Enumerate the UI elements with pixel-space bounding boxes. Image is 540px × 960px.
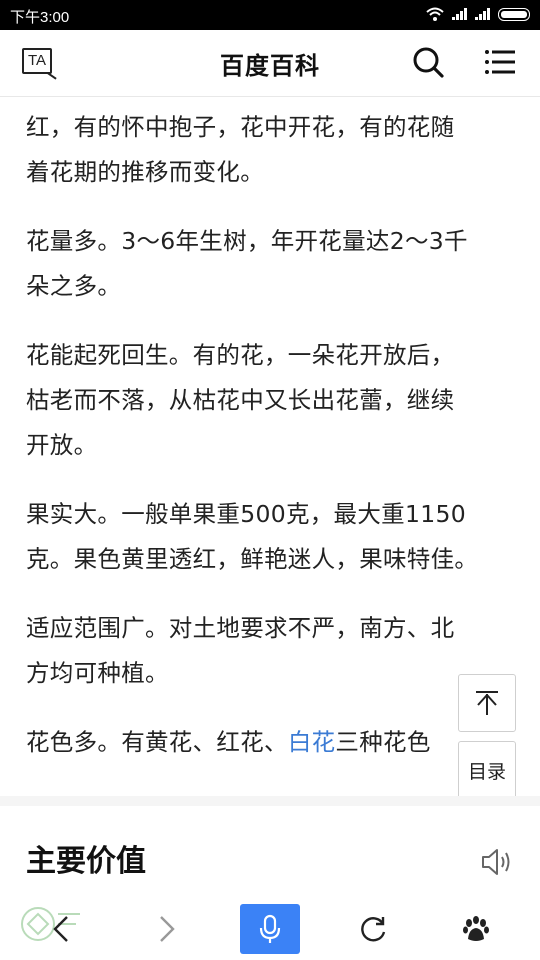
paragraph: 花量多。3～6年生树，年开花量达2～3千 朵之多。: [26, 219, 506, 309]
text-line: 花能起死回生。有的花，一朵花开放后，: [26, 341, 455, 369]
status-time: 下午3:00: [10, 9, 70, 26]
arrow-up-icon: [476, 691, 498, 715]
text-line: 朵之多。: [26, 272, 122, 300]
status-bar: 下午3:00: [0, 0, 540, 30]
baidu-home-button[interactable]: [451, 904, 501, 954]
section-divider: [0, 796, 540, 806]
text-line: 适应范围广。对土地要求不严，南方、北: [26, 614, 455, 642]
refresh-icon: [361, 917, 386, 942]
text-segment: 三种花色: [335, 728, 431, 756]
back-to-top-button[interactable]: [458, 674, 516, 732]
text-line: 克。果色黄里透红，鲜艳迷人，果味特佳。: [26, 545, 479, 573]
text-line: 花量多。3～6年生树，年开花量达2～3千: [26, 227, 468, 255]
signal-icon: [452, 8, 467, 20]
wifi-icon: [426, 7, 444, 21]
paragraph: 花能起死回生。有的花，一朵花开放后， 枯老而不落，从枯花中又长出花蕾，继续 开放…: [26, 333, 506, 468]
microphone-icon: [259, 914, 281, 943]
bottom-nav: [0, 896, 540, 960]
search-icon[interactable]: [412, 46, 444, 78]
article-link[interactable]: 白花: [288, 728, 336, 756]
app-title: 百度百科: [220, 52, 320, 80]
status-icons: [426, 7, 530, 21]
speaker-icon[interactable]: [480, 846, 514, 878]
text-line: 开放。: [26, 431, 98, 459]
chevron-left-icon: [53, 916, 68, 942]
text-line: 着花期的推移而变化。: [26, 158, 264, 186]
paragraph: 果实大。一般单果重500克，最大重1150 克。果色黄里透红，鲜艳迷人，果味特佳…: [26, 492, 506, 582]
paragraph: 适应范围广。对土地要求不严，南方、北 方均可种植。: [26, 606, 506, 696]
paw-icon: [463, 916, 489, 941]
text-line: 果实大。一般单果重500克，最大重1150: [26, 500, 466, 528]
battery-icon: [498, 7, 530, 21]
voice-search-button[interactable]: [240, 904, 300, 954]
top-bar: TA 百度百科: [0, 30, 540, 97]
section-title: 主要价值: [26, 844, 146, 879]
paragraph: 花色多。有黄花、红花、白花三种花色: [26, 720, 506, 765]
text-segment: 花色多。有黄花、红花、: [26, 728, 288, 756]
refresh-button[interactable]: [348, 904, 398, 954]
chevron-right-icon: [160, 916, 175, 942]
signal-icon-2: [475, 8, 490, 20]
text-line: 方均可种植。: [26, 659, 169, 687]
text-line: 红，有的怀中抱子，花中开花，有的花随: [26, 113, 455, 141]
back-button[interactable]: [36, 904, 86, 954]
paragraph: 红，有的怀中抱子，花中开花，有的花随 着花期的推移而变化。: [26, 105, 506, 195]
text-line: 枯老而不落，从枯花中又长出花蕾，继续: [26, 386, 455, 414]
menu-icon[interactable]: [484, 48, 516, 76]
forward-button[interactable]: [142, 904, 192, 954]
toc-button[interactable]: 目录: [458, 741, 516, 799]
